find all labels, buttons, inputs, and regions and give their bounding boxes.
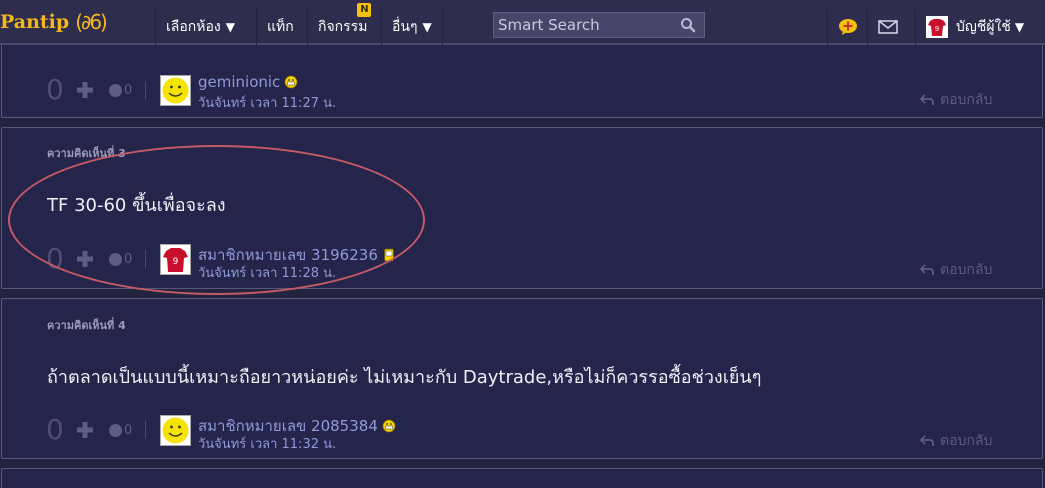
divider	[145, 81, 146, 99]
avatar[interactable]: 9	[160, 244, 191, 275]
svg-text:9: 9	[935, 25, 939, 33]
author-name[interactable]: geminionic	[198, 73, 298, 91]
account-label: บัญชีผู้ใช้	[956, 19, 1011, 35]
search-box[interactable]	[493, 12, 705, 38]
comment-card: 0 0 geminionic วันจันทร์ เวลา 11:27 น. ต…	[1, 40, 1043, 118]
yellow-smiley-avatar-icon	[162, 77, 189, 104]
new-badge: N	[357, 3, 372, 17]
author-link[interactable]: geminionic	[198, 73, 280, 91]
emotion-count[interactable]: 0	[109, 83, 132, 98]
plus-icon[interactable]	[76, 81, 94, 99]
nav-select-room[interactable]: เลือกห้อง ▼	[155, 8, 245, 45]
emotion-icon	[109, 424, 122, 437]
pantip-logo[interactable]: Pantip (∂6)	[0, 9, 108, 35]
logo-mark: (∂6)	[75, 10, 108, 34]
avatar-shirt-icon: 9	[926, 16, 948, 38]
phone-icon	[383, 248, 394, 262]
emotion-count-value: 0	[124, 252, 133, 267]
avatar[interactable]	[160, 415, 191, 446]
vote-count: 0	[46, 242, 64, 275]
comment-card: ความคิดเห็นที่ 4 ถ้าตลาดเป็นแบบนี้เหมาะถ…	[1, 298, 1043, 459]
pantip-point-button[interactable]	[827, 9, 867, 45]
pantip-point-icon	[838, 19, 857, 35]
vote-count: 0	[46, 413, 64, 446]
emotion-count-value: 0	[124, 83, 133, 98]
reply-arrow-icon	[920, 264, 934, 275]
comment-card: ความคิดเห็นที่ 3 TF 30-60 ขึ้นเพื่อจะลง …	[1, 127, 1043, 289]
nav-label: กิจกรรม	[318, 18, 368, 35]
nav-activities[interactable]: กิจกรรม N	[307, 3, 377, 45]
comment-text: TF 30-60 ขึ้นเพื่อจะลง	[47, 195, 226, 216]
divider	[145, 250, 146, 268]
logo-text: Pantip	[0, 11, 70, 33]
emotion-count-value: 0	[124, 423, 133, 438]
red-shirt-avatar-icon: 9	[161, 245, 190, 274]
plus-icon[interactable]	[76, 421, 94, 439]
comment-card	[1, 468, 1043, 488]
reply-arrow-icon	[920, 94, 934, 105]
reply-button[interactable]: ตอบกลับ	[920, 259, 992, 281]
chevron-down-icon: ▼	[1014, 20, 1025, 34]
emotion-icon	[109, 253, 122, 266]
svg-text:9: 9	[173, 257, 179, 267]
reply-button[interactable]: ตอบกลับ	[920, 89, 992, 111]
reply-label: ตอบกลับ	[940, 262, 993, 278]
comment-number: ความคิดเห็นที่ 3	[47, 147, 126, 160]
plus-icon[interactable]	[76, 250, 94, 268]
reply-label: ตอบกลับ	[940, 92, 993, 108]
emotion-icon	[109, 84, 122, 97]
comment-time: วันจันทร์ เวลา 11:32 น.	[198, 437, 337, 452]
yellow-smiley-avatar-icon	[162, 417, 189, 444]
smiley-icon	[382, 419, 396, 433]
emotion-count[interactable]: 0	[109, 423, 132, 438]
nav-label: อื่นๆ	[392, 18, 418, 35]
emotion-count[interactable]: 0	[109, 252, 132, 267]
divider	[145, 421, 146, 439]
top-navigation-bar: Pantip (∂6) เลือกห้อง ▼ แท็ก กิจกรรม N อ…	[0, 0, 1045, 45]
nav-tags[interactable]: แท็ก	[256, 8, 304, 45]
reply-button[interactable]: ตอบกลับ	[920, 430, 992, 452]
nav-more[interactable]: อื่นๆ ▼	[381, 8, 443, 45]
chevron-down-icon: ▼	[422, 19, 432, 34]
vote-count: 0	[46, 73, 64, 106]
chevron-down-icon: ▼	[225, 19, 235, 34]
reply-label: ตอบกลับ	[940, 433, 993, 449]
reply-arrow-icon	[920, 435, 934, 446]
comment-time: วันจันทร์ เวลา 11:27 น.	[198, 96, 337, 111]
avatar[interactable]	[160, 75, 191, 106]
mail-icon	[877, 20, 898, 34]
nav-label: แท็ก	[267, 18, 294, 35]
comment-number: ความคิดเห็นที่ 4	[47, 319, 126, 332]
comment-text: ถ้าตลาดเป็นแบบนี้เหมาะถือยาวหน่อยค่ะ ไม่…	[47, 367, 762, 388]
search-input[interactable]	[494, 16, 674, 34]
smiley-icon	[284, 75, 298, 89]
search-icon[interactable]	[680, 17, 696, 33]
comment-time: วันจันทร์ เวลา 11:28 น.	[198, 266, 337, 281]
messages-button[interactable]	[867, 9, 907, 45]
nav-label: เลือกห้อง	[166, 18, 221, 35]
account-menu[interactable]: 9 บัญชีผู้ใช้ ▼	[915, 9, 1045, 45]
